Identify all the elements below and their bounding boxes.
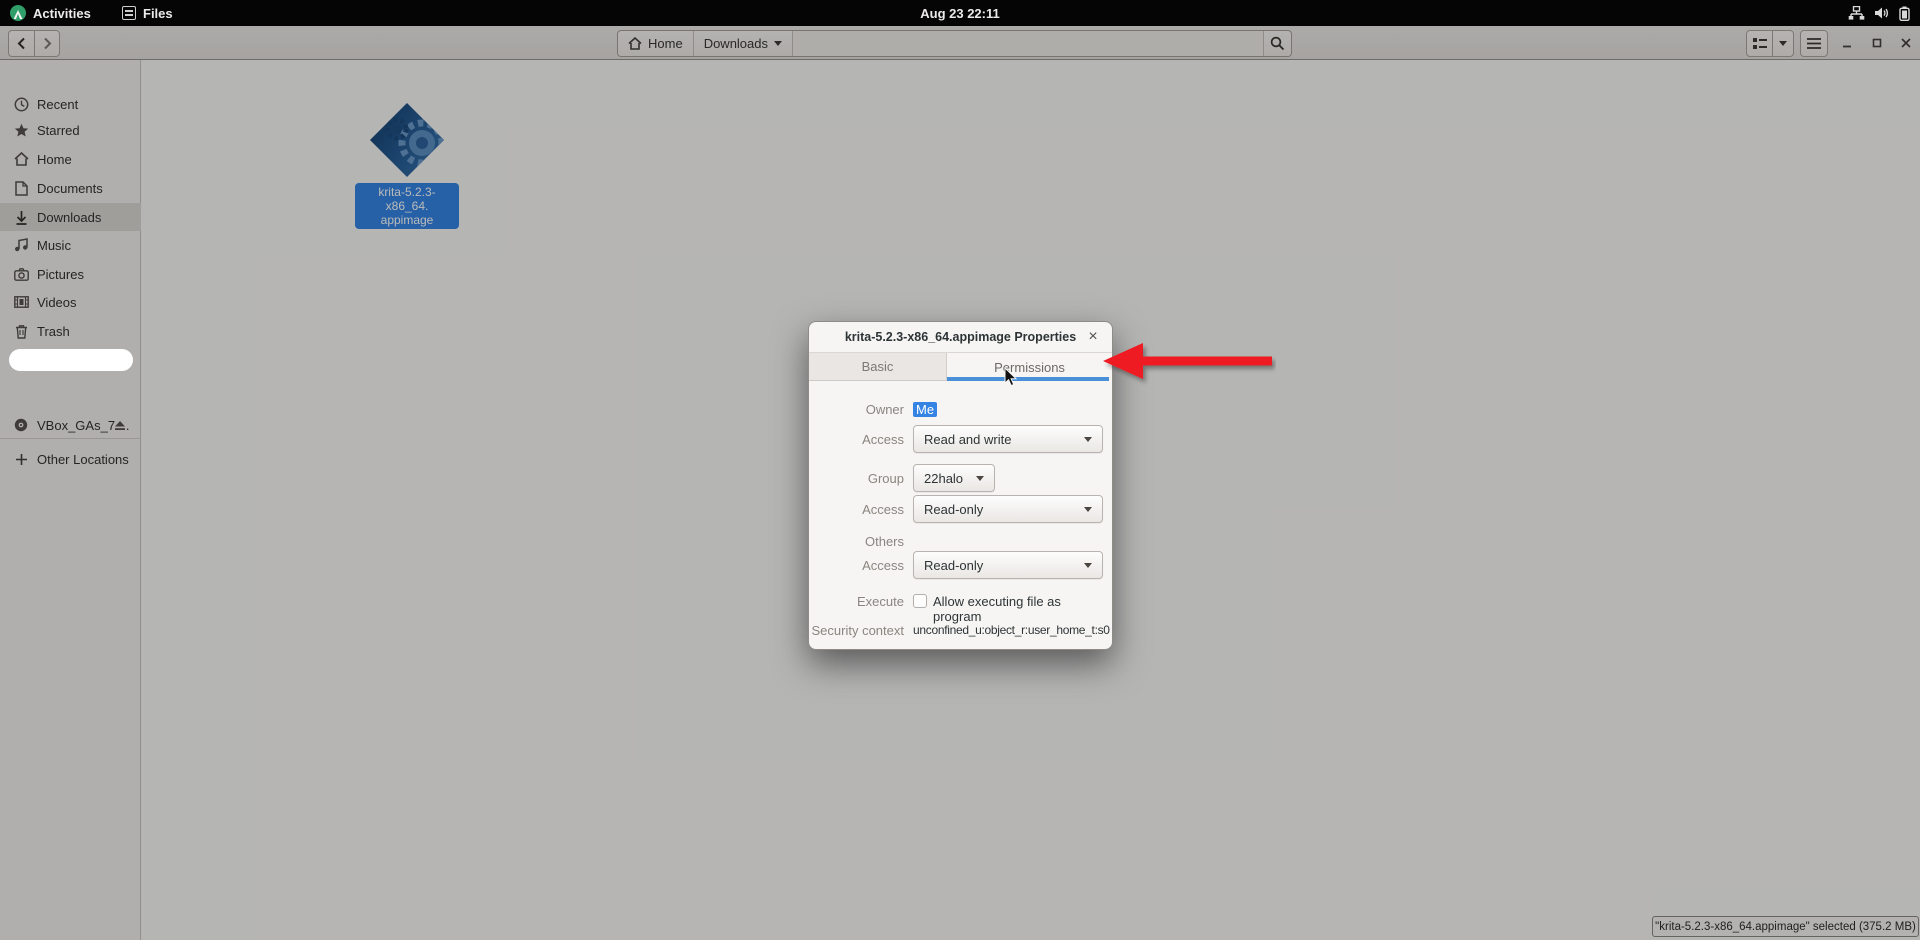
execute-label: Execute [809, 594, 904, 609]
security-context-label: Security context [809, 623, 904, 638]
mouse-cursor [1004, 367, 1018, 387]
tab-basic-label: Basic [862, 359, 894, 374]
properties-dialog: krita-5.2.3-x86_64.appimage Properties ×… [808, 321, 1113, 650]
group-access-dropdown[interactable]: Read-only [913, 495, 1103, 523]
tab-basic[interactable]: Basic [809, 353, 947, 381]
chevron-down-icon [1084, 437, 1092, 442]
clock-label: Aug 23 22:11 [920, 6, 1000, 21]
dialog-tabs: Basic Permissions [809, 352, 1112, 381]
close-icon: × [1088, 328, 1097, 346]
red-arrow-annotation [1100, 339, 1276, 387]
group-access-value: Read-only [924, 502, 1084, 517]
owner-access-value: Read and write [924, 432, 1084, 447]
dialog-titlebar[interactable]: krita-5.2.3-x86_64.appimage Properties [809, 322, 1112, 352]
clock-button[interactable]: Aug 23 22:11 [0, 0, 1920, 26]
security-context-value: unconfined_u:object_r:user_home_t:s0 [913, 623, 1110, 637]
owner-selected-text: Me [913, 402, 937, 417]
battery-icon [1899, 6, 1910, 21]
chevron-down-icon [1084, 563, 1092, 568]
group-label: Group [809, 471, 904, 486]
others-access-value: Read-only [924, 558, 1084, 573]
network-icon [1848, 6, 1865, 20]
dialog-title: krita-5.2.3-x86_64.appimage Properties [845, 330, 1076, 344]
group-value: 22halo [924, 471, 976, 486]
others-access-label: Access [809, 558, 904, 573]
tab-permissions[interactable]: Permissions [947, 353, 1112, 381]
execute-checkbox[interactable] [913, 594, 927, 608]
others-label: Others [809, 534, 904, 549]
volume-icon [1874, 6, 1890, 20]
chevron-down-icon [976, 476, 984, 481]
group-dropdown[interactable]: 22halo [913, 464, 995, 492]
active-tab-indicator [947, 377, 1109, 381]
redaction-pill [9, 349, 133, 371]
owner-label: Owner [809, 402, 904, 417]
owner-access-dropdown[interactable]: Read and write [913, 425, 1103, 453]
system-tray[interactable] [1848, 0, 1910, 26]
group-access-label: Access [809, 502, 904, 517]
chevron-down-icon [1084, 507, 1092, 512]
owner-access-label: Access [809, 432, 904, 447]
owner-value: Me [913, 402, 937, 417]
shell-top-bar: Activities Files Aug 23 22:11 [0, 0, 1920, 26]
others-access-dropdown[interactable]: Read-only [913, 551, 1103, 579]
execute-checkbox-label: Allow executing file as program [933, 594, 1112, 624]
